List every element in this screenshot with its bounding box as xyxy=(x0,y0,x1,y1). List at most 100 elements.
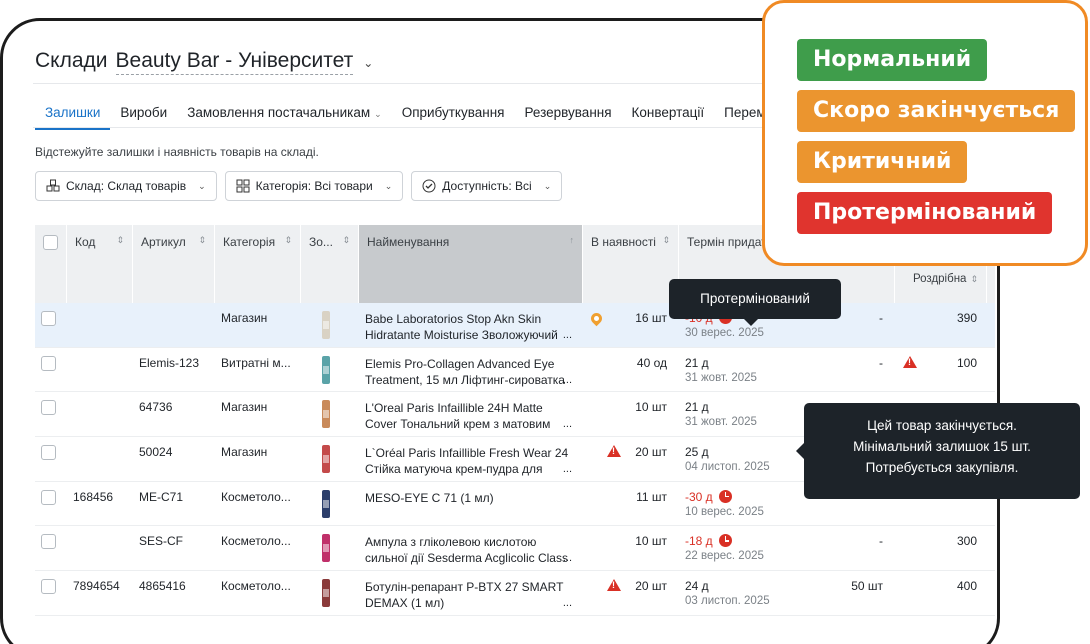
name-line-1: Elemis Pro-Collagen Advanced Eye xyxy=(365,356,555,371)
warehouse-icon xyxy=(46,179,60,193)
filter-label: Склад: Склад товарів xyxy=(66,179,187,193)
name-line-2: DEMAX (1 мл) xyxy=(365,596,445,611)
cell-name[interactable]: L`Oréal Paris Infaillible Fresh Wear 24H… xyxy=(359,437,574,481)
cell-category: Косметоло... xyxy=(221,534,291,549)
select-all-checkbox[interactable] xyxy=(43,235,58,250)
cell-name[interactable]: Ампула з гліколевою кислотою сильної дії… xyxy=(359,526,574,570)
table-row[interactable]: SES-CF Косметоло... Ампула з гліколевою … xyxy=(35,526,995,572)
col-label: Категорія xyxy=(223,235,276,249)
cell-category: Магазин xyxy=(221,311,268,325)
col-category[interactable]: Категорія ⇕ xyxy=(215,225,301,303)
expiry-date: 31 жовт. 2025 xyxy=(685,371,757,384)
status-expired-badge: Протермінований xyxy=(797,192,1053,234)
check-circle-icon xyxy=(422,179,436,193)
product-thumbnail xyxy=(322,579,330,608)
warehouse-filter[interactable]: Склад: Склад товарів ⌄ xyxy=(35,171,217,201)
title-prefix: Склади xyxy=(35,49,108,72)
cell-photo xyxy=(301,482,359,526)
chevron-down-icon: ⌄ xyxy=(198,180,206,191)
low-stock-tooltip: Цей товар закінчується. Мінімальний зали… xyxy=(796,403,1080,499)
warning-icon[interactable] xyxy=(903,355,917,368)
warning-icon[interactable] xyxy=(607,445,621,458)
cell-name[interactable]: L'Oreal Paris Infaillible 24H Matte Cove… xyxy=(359,392,574,436)
sort-icon: ⇕ xyxy=(662,235,670,245)
cell-stock: 20 шт xyxy=(583,437,679,481)
cell-min-stock: - xyxy=(879,355,883,370)
table-row[interactable]: Магазин Babe Laboratorios Stop Akn Skin … xyxy=(35,303,995,348)
more-icon: ... xyxy=(562,329,572,341)
product-thumbnail xyxy=(322,311,330,339)
row-checkbox[interactable] xyxy=(41,355,56,371)
chevron-down-icon: ⌄ xyxy=(384,180,393,191)
row-checkbox[interactable] xyxy=(41,445,56,461)
warehouse-selector[interactable]: Beauty Bar - Університет xyxy=(115,49,354,75)
stock-value: 20 шт xyxy=(635,445,667,460)
name-line-1: Babe Laboratorios Stop Akn Skin xyxy=(365,312,542,326)
more-icon: ... xyxy=(562,463,572,476)
stock-value: 10 шт xyxy=(635,534,667,549)
cell-category: Витратні м... xyxy=(221,355,291,370)
cell-article: 4865416 xyxy=(139,579,186,594)
expiry-date: 04 листоп. 2025 xyxy=(685,461,770,474)
chevron-down-icon: ⌄ xyxy=(374,109,382,119)
cell-code xyxy=(67,303,133,347)
col-photo[interactable]: Зо... ⇕ xyxy=(301,225,359,303)
chevron-down-icon[interactable]: ⌄ xyxy=(363,56,373,70)
col-in-stock[interactable]: В наявності ⇕ xyxy=(583,225,679,303)
product-thumbnail xyxy=(322,400,330,429)
cell-name[interactable]: MESO-EYE C 71 (1 мл) xyxy=(359,482,574,526)
cell-photo xyxy=(301,392,359,436)
expiry-days-value: 25 д xyxy=(685,445,709,460)
cell-name[interactable]: Ботулін-репарант P-BTX 27 SMART DEMAX (1… xyxy=(359,571,574,615)
cell-article xyxy=(133,303,215,347)
tooltip-line: Мінімальний залишок 15 шт. xyxy=(853,439,1031,454)
expiry-days: 21 д xyxy=(685,356,823,370)
filter-label: Категорія: Всі товари xyxy=(255,179,373,193)
cell-name[interactable]: Babe Laboratorios Stop Akn Skin Hidratan… xyxy=(359,303,574,347)
clock-icon[interactable] xyxy=(718,534,732,548)
name-line-1: L'Oreal Paris Infaillible 24H Matte xyxy=(365,401,543,416)
table-row[interactable]: Elemis-123 Витратні м... Elemis Pro-Coll… xyxy=(35,348,995,393)
col-article[interactable]: Артикул ⇕ xyxy=(133,225,215,303)
cell-expiry: -18 д 22 верес. 2025 xyxy=(679,526,829,570)
col-label: Зо... xyxy=(309,235,333,249)
cell-name[interactable]: Elemis Pro-Collagen Advanced Eye Treatme… xyxy=(359,348,574,392)
clock-icon[interactable] xyxy=(718,489,732,503)
sort-icon: ⇕ xyxy=(342,235,350,245)
col-label: Роздрібна xyxy=(913,273,967,285)
cell-article: Elemis-123 xyxy=(139,355,200,370)
more-icon: ... xyxy=(562,373,572,386)
expiry-days-value: -18 д xyxy=(685,534,713,549)
row-checkbox[interactable] xyxy=(41,534,56,550)
expiry-date: 30 верес. 2025 xyxy=(685,327,764,339)
col-code[interactable]: Код ⇕ xyxy=(67,225,133,303)
row-checkbox[interactable] xyxy=(41,489,56,505)
expiry-days-value: 21 д xyxy=(685,400,709,415)
cell-category: Косметоло... xyxy=(221,489,291,504)
row-select-cell xyxy=(35,392,67,436)
col-name[interactable]: Найменування ↑ xyxy=(359,225,583,303)
row-checkbox[interactable] xyxy=(41,579,56,595)
cell-photo xyxy=(301,437,359,481)
availability-filter[interactable]: Доступність: Всі ⌄ xyxy=(411,171,563,201)
name-line-2: Cover Тональний крем з матовим xyxy=(365,417,551,432)
row-checkbox[interactable] xyxy=(41,311,56,326)
cell-stock: 20 шт xyxy=(583,571,679,615)
row-select-cell xyxy=(35,303,67,347)
cell-photo xyxy=(301,571,359,615)
row-checkbox[interactable] xyxy=(41,400,56,416)
name-line-2: Стійка матуюча крем-пудра для xyxy=(365,462,543,477)
table-row[interactable]: 7894654 4865416 Косметоло... Ботулін-реп… xyxy=(35,571,995,616)
sort-icon: ⇕ xyxy=(284,235,292,245)
sort-icon: ⇕ xyxy=(970,274,978,284)
name-line-2: Hidratante Moisturise Зволожуючий xyxy=(365,328,558,342)
sort-icon: ⇕ xyxy=(116,235,124,245)
category-filter[interactable]: Категорія: Всі товари ⌄ xyxy=(224,171,404,201)
product-thumbnail xyxy=(322,489,330,518)
tab-label: Замовлення постачальникам xyxy=(187,105,371,120)
cell-code xyxy=(67,348,133,392)
col-label: Код xyxy=(75,235,96,249)
cell-code: 7894654 xyxy=(73,579,120,594)
warning-icon[interactable] xyxy=(607,579,621,592)
expiry-days: 21 д xyxy=(685,400,823,414)
